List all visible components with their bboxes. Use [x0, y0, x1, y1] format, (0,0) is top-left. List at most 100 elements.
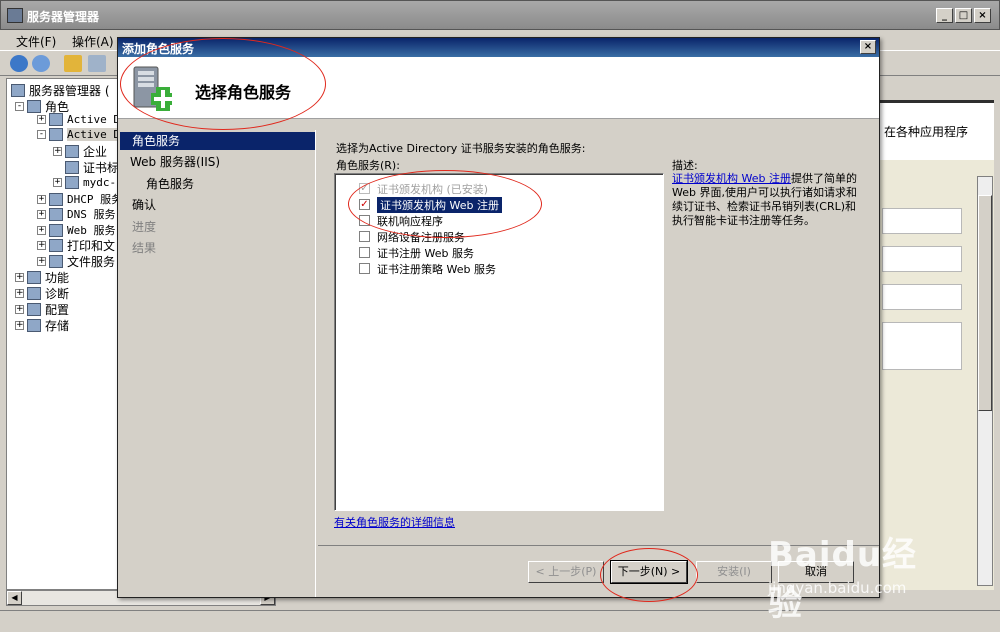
dialog-close-icon[interactable]: ×	[860, 40, 876, 54]
menu-action[interactable]: 操作(A)	[72, 33, 114, 50]
close-icon[interactable]: ×	[974, 8, 991, 23]
details-field	[882, 284, 962, 310]
tree-label: DHCP 服务	[67, 193, 122, 206]
tree-print[interactable]: + 打印和文	[37, 237, 115, 254]
details-field	[882, 246, 962, 272]
tree-label: 打印和文	[67, 239, 116, 253]
expand-icon[interactable]: +	[37, 241, 46, 250]
tree-label: Active D	[67, 113, 120, 126]
checkbox[interactable]	[359, 247, 370, 258]
up-folder-icon[interactable]	[64, 55, 82, 72]
tree-dns[interactable]: + DNS 服务	[37, 206, 116, 222]
details-header-text: 在各种应用程序	[884, 125, 969, 139]
role-label[interactable]: 证书颁发机构 Web 注册	[377, 196, 502, 213]
expand-icon[interactable]: +	[53, 178, 62, 187]
tree-label: 配置	[45, 303, 70, 317]
tree-mydc[interactable]: + mydc-	[53, 176, 116, 189]
tree-web-server[interactable]: + Web 服务	[37, 222, 116, 238]
directory-icon	[49, 113, 63, 126]
role-online-responder[interactable]: 联机响应程序	[359, 213, 443, 228]
tree-file-services[interactable]: + 文件服务	[37, 253, 115, 270]
next-button[interactable]: 下一步(N) >	[610, 560, 688, 584]
checkbox[interactable]	[359, 215, 370, 226]
checkbox: ✓	[359, 183, 370, 194]
details-field	[882, 322, 962, 370]
description-link[interactable]: 证书颁发机构 Web 注册	[672, 172, 791, 185]
scroll-left-icon[interactable]: ◀	[7, 591, 22, 605]
menu-file[interactable]: 文件(F)	[16, 33, 56, 50]
dialog-heading: 选择角色服务	[195, 83, 292, 102]
expand-icon[interactable]: +	[37, 115, 46, 124]
expand-icon[interactable]: +	[15, 289, 24, 298]
nav-web-server-iis[interactable]: Web 服务器(IIS)	[120, 153, 315, 171]
tree-label: mydc-	[83, 176, 117, 189]
role-label: 证书颁发机构 (已安装)	[377, 182, 489, 196]
expand-icon[interactable]: +	[15, 273, 24, 282]
diagnostics-icon	[27, 287, 41, 300]
nav-confirmation[interactable]: 确认	[120, 196, 315, 214]
wizard-nav: 角色服务 Web 服务器(IIS) 角色服务 确认 进度 结果	[120, 130, 316, 597]
tree-enterprise[interactable]: + 企业	[53, 143, 107, 160]
tree-storage[interactable]: + 存储	[15, 317, 69, 334]
nav-role-services[interactable]: 角色服务	[120, 132, 315, 150]
dhcp-icon	[49, 192, 63, 206]
forward-icon[interactable]	[32, 55, 50, 72]
tree-label: 文件服务	[67, 255, 116, 269]
more-info-link[interactable]: 有关角色服务的详细信息	[334, 514, 455, 530]
instruction-text: 选择为Active Directory 证书服务安装的角色服务:	[336, 142, 586, 155]
nav-web-role-services[interactable]: 角色服务	[120, 175, 315, 193]
tree-certificate-templates[interactable]: 证书标	[65, 159, 119, 176]
tree-label: 证书标	[83, 161, 120, 175]
configuration-icon	[27, 303, 41, 316]
checkbox[interactable]	[359, 231, 370, 242]
expand-icon[interactable]: +	[37, 194, 46, 204]
tree-label: Web 服务	[67, 224, 116, 237]
back-icon[interactable]	[10, 55, 28, 72]
storage-icon	[27, 319, 41, 332]
role-cert-enrollment-web-service[interactable]: 证书注册 Web 服务	[359, 245, 474, 260]
dialog-title: 添加角色服务	[122, 42, 195, 56]
expand-icon[interactable]: +	[37, 257, 46, 266]
role-network-device-enrollment[interactable]: 网络设备注册服务	[359, 229, 465, 244]
install-button: 安装(I)	[696, 561, 772, 583]
expand-icon[interactable]: +	[15, 305, 24, 314]
minimize-icon[interactable]: _	[936, 8, 953, 23]
add-role-services-dialog: 添加角色服务 × 选择角色服务 角色服务 Web 服务器(IIS) 角色服务 确…	[117, 37, 880, 598]
tree-label: 功能	[45, 271, 70, 285]
tree-diagnostics[interactable]: + 诊断	[15, 285, 69, 302]
expand-icon[interactable]: +	[15, 321, 24, 330]
role-label[interactable]: 网络设备注册服务	[377, 229, 465, 245]
scroll-thumb[interactable]	[978, 195, 992, 411]
tree-active-directory-1[interactable]: + Active D	[37, 113, 120, 126]
checkbox[interactable]: ✓	[359, 199, 370, 210]
maximize-icon[interactable]: □	[955, 8, 972, 23]
tree-features[interactable]: + 功能	[15, 269, 69, 286]
tree-label: DNS 服务	[67, 208, 116, 221]
collapse-icon[interactable]: -	[37, 130, 46, 139]
role-cert-enrollment-policy-web-service[interactable]: 证书注册策略 Web 服务	[359, 261, 496, 276]
expand-icon[interactable]: +	[37, 209, 46, 219]
nav-progress: 进度	[132, 220, 157, 234]
role-label[interactable]: 联机响应程序	[377, 213, 443, 229]
main-titlebar: 服务器管理器 _ □ ×	[0, 0, 1000, 30]
tree-dhcp[interactable]: + DHCP 服务	[37, 191, 122, 207]
role-label[interactable]: 证书注册策略 Web 服务	[377, 261, 496, 277]
server-icon	[11, 84, 25, 97]
show-hide-tree-icon[interactable]	[88, 55, 106, 72]
tree-root[interactable]: 服务器管理器 (	[11, 82, 110, 99]
dialog-header: 选择角色服务	[118, 57, 879, 119]
role-services-list: ✓ 证书颁发机构 (已安装) ✓ 证书颁发机构 Web 注册 联机响应程序 网络…	[334, 173, 664, 511]
details-vertical-scrollbar[interactable]	[977, 176, 993, 586]
expand-icon[interactable]: +	[37, 225, 46, 235]
checkbox[interactable]	[359, 263, 370, 274]
role-label[interactable]: 证书注册 Web 服务	[377, 245, 474, 261]
role-ca-web-enrollment[interactable]: ✓ 证书颁发机构 Web 注册	[359, 196, 502, 213]
tree-active-directory-2[interactable]: - Active D	[37, 128, 120, 141]
tree-label: 存储	[45, 319, 70, 333]
expand-icon[interactable]: +	[53, 147, 62, 156]
tree-configuration[interactable]: + 配置	[15, 301, 69, 318]
collapse-icon[interactable]: -	[15, 102, 24, 111]
previous-button: < 上一步(P)	[528, 561, 604, 583]
dns-icon	[49, 207, 63, 221]
window-title: 服务器管理器	[27, 10, 100, 24]
